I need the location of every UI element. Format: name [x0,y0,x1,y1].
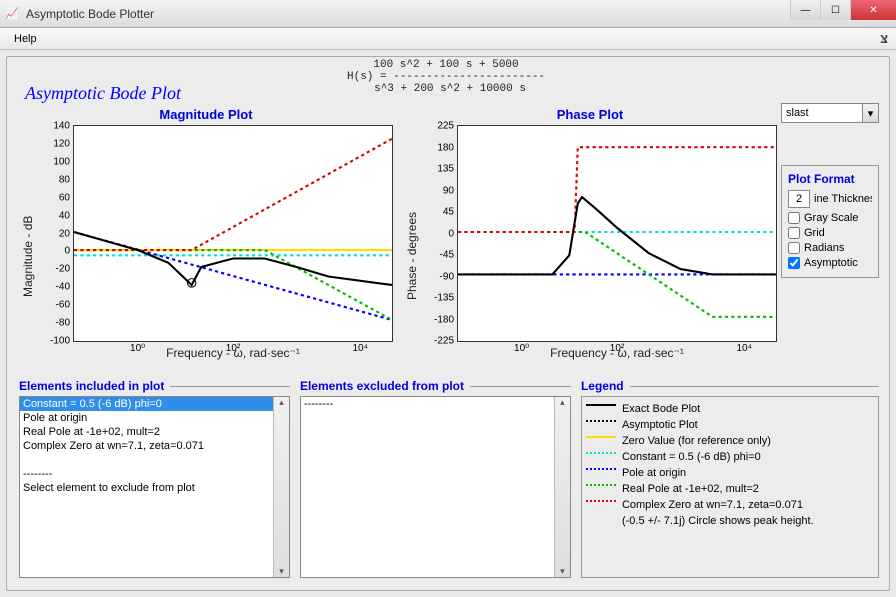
included-panel: Elements included in plot Constant = 0.5… [19,378,290,578]
app-icon: 📈 [4,6,20,22]
list-item[interactable]: -------- [20,467,289,481]
legend-czero-label1: Complex Zero at wn=7.1, zeta=0.071 [622,499,803,511]
list-item[interactable]: Constant = 0.5 (-6 dB) phi=0 [20,397,289,411]
close-button[interactable]: ✕ [850,0,896,20]
legend-pole-swatch [586,468,616,478]
list-item[interactable]: Complex Zero at wn=7.1, zeta=0.071 [20,439,289,453]
grid-checkbox[interactable] [788,227,800,239]
figure-panel: 100 s^2 + 100 s + 5000 H(s) = ----------… [6,56,890,591]
included-listbox[interactable]: Constant = 0.5 (-6 dB) phi=0Pole at orig… [19,396,290,578]
grid-label: Grid [804,227,825,239]
grayscale-label: Gray Scale [804,212,858,224]
line-thickness-input[interactable] [788,190,810,208]
line-thickness-label: ine Thickness [814,193,872,205]
excluded-panel: Elements excluded from plot -------- ▴▾ [300,378,571,578]
titlebar: 📈 Asymptotic Bode Plotter — ☐ ✕ [0,0,896,28]
asymptotic-checkbox[interactable] [788,257,800,269]
window-title: Asymptotic Bode Plotter [26,7,154,21]
excluded-listbox[interactable]: -------- ▴▾ [300,396,571,578]
magnitude-plot: Magnitude Plot Magnitude - dB 1401201008… [19,107,393,387]
legend-asym-swatch [586,420,616,430]
plot-format-panel: Plot Format ine Thickness Gray Scale Gri… [781,165,879,278]
legend-const-label: Constant = 0.5 (-6 dB) phi=0 [622,451,761,463]
list-item[interactable]: Select element to exclude from plot [20,481,289,495]
magnitude-axes[interactable]: 140120100806040200-20-40-60-80-100 10 [73,125,393,342]
dock-icon[interactable]: צּ [880,31,888,46]
phase-ylabel: Phase - degrees [403,125,421,387]
maximize-button[interactable]: ☐ [820,0,850,20]
list-item[interactable]: -------- [301,397,570,411]
legend-czero-swatch [586,500,616,510]
legend-const-swatch [586,452,616,462]
phase-axes[interactable]: 22518013590450-45-90-135-180-225 10⁰10²1… [457,125,777,342]
phase-plot: Phase Plot Phase - degrees 2251801359045… [403,107,777,387]
phase-title: Phase Plot [403,107,777,125]
legend-exact-label: Exact Bode Plot [622,403,700,415]
legend-realp-label: Real Pole at -1e+02, mult=2 [622,483,759,495]
asymptotic-label: Asymptotic [804,257,858,269]
magnitude-title: Magnitude Plot [19,107,393,125]
legend-panel-col: Legend Exact Bode Plot Asymptotic Plot Z… [581,378,879,578]
scrollbar[interactable]: ▴▾ [554,397,570,577]
legend-panel: Exact Bode Plot Asymptotic Plot Zero Val… [581,396,879,578]
legend-czero-label2: (-0.5 +/- 7.1j) Circle shows peak height… [622,515,814,527]
app-title: Asymptotic Bode Plot [25,83,181,104]
radians-checkbox[interactable] [788,242,800,254]
list-item[interactable]: Real Pole at -1e+02, mult=2 [20,425,289,439]
format-title: Plot Format [788,172,872,186]
legend-title: Legend [581,378,879,394]
excluded-title: Elements excluded from plot [300,378,571,394]
legend-blank-swatch [586,516,616,526]
minimize-button[interactable]: — [790,0,820,20]
legend-asym-label: Asymptotic Plot [622,419,698,431]
list-item[interactable] [20,453,289,467]
menu-help[interactable]: Help [8,31,43,47]
magnitude-ylabel: Magnitude - dB [19,125,37,387]
radians-label: Radians [804,242,844,254]
included-title: Elements included in plot [19,378,290,394]
transfer-function: 100 s^2 + 100 s + 5000 H(s) = ----------… [347,59,545,95]
legend-zero-swatch [586,436,616,446]
legend-realp-swatch [586,484,616,494]
display-form-combo[interactable]: slast ▾ [781,103,879,123]
menubar: Help צּ [0,28,896,50]
legend-zero-label: Zero Value (for reference only) [622,435,771,447]
chevron-down-icon: ▾ [862,104,878,122]
grayscale-checkbox[interactable] [788,212,800,224]
legend-exact-swatch [586,404,616,414]
list-item[interactable]: Pole at origin [20,411,289,425]
scrollbar[interactable]: ▴▾ [273,397,289,577]
legend-pole-label: Pole at origin [622,467,686,479]
